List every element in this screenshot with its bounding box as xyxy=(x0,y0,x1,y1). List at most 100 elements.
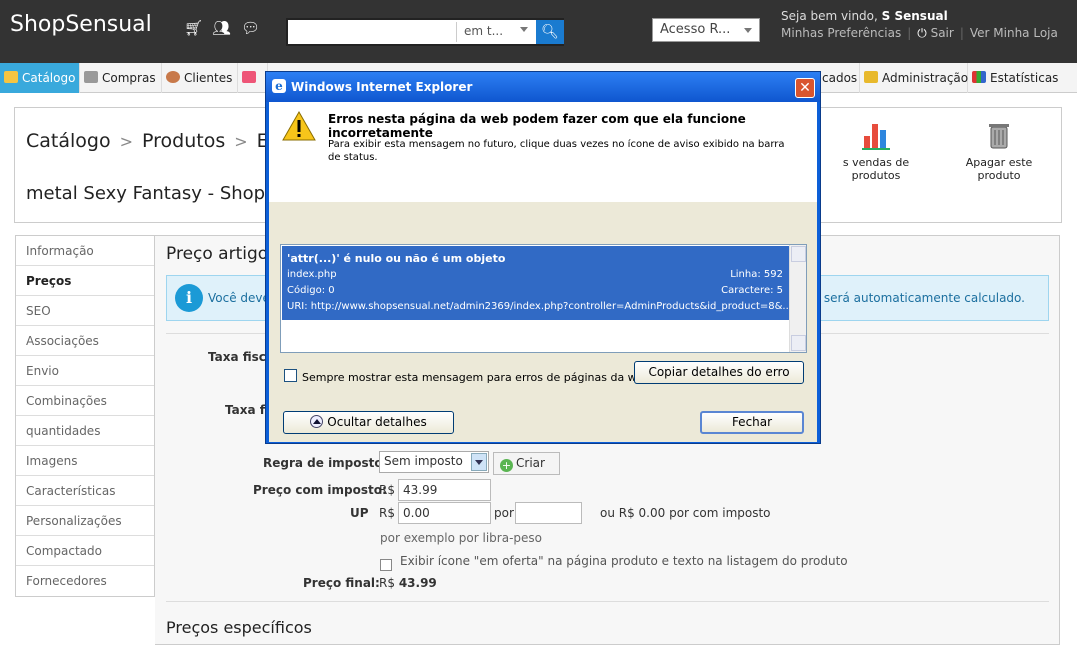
price-with-tax-label: Preço com imposto: xyxy=(253,483,387,497)
info-text-right: ada será automaticamente calculado. xyxy=(797,291,1025,305)
hide-details-label: Ocultar detalhes xyxy=(327,415,427,429)
tax-rule-select[interactable]: Sem imposto xyxy=(379,451,489,473)
currency-symbol: R$ xyxy=(379,483,395,497)
folder-icon xyxy=(4,71,18,83)
menu-item-catalogo[interactable]: Catálogo xyxy=(0,63,80,93)
sales-toolbar-label: s vendas de produtos xyxy=(842,156,910,182)
menu-item-avancados[interactable]: cados xyxy=(818,63,860,93)
tax-rule-label: Regra de imposto: xyxy=(263,456,388,470)
close-button[interactable]: Fechar xyxy=(700,411,804,434)
quick-access-select[interactable]: Acesso R... xyxy=(652,18,760,42)
breadcrumb-catalogo[interactable]: Catálogo xyxy=(26,130,111,152)
menu-item-administracao[interactable]: Administração xyxy=(860,63,968,93)
close-icon[interactable]: ✕ xyxy=(795,78,815,98)
search-scope-select[interactable]: em t... xyxy=(464,24,503,38)
dialog-message-area: Erros nesta página da web podem fazer co… xyxy=(269,102,817,202)
dialog-message-sub: Para exibir esta mensagem no futuro, cli… xyxy=(328,139,785,163)
on-sale-checkbox[interactable] xyxy=(380,559,392,571)
cart-icon xyxy=(84,71,98,83)
menu-item-estatisticas[interactable]: Estatísticas xyxy=(968,63,1077,93)
price-with-tax-input[interactable]: 43.99 xyxy=(398,479,491,501)
dialog-body: Erros nesta página da web podem fazer co… xyxy=(269,102,817,442)
dialog-titlebar[interactable]: e Windows Internet Explorer ✕ xyxy=(266,72,820,102)
specific-prices-title: Preços específicos xyxy=(166,618,312,637)
divider xyxy=(166,601,1049,602)
always-show-label[interactable]: Sempre mostrar esta mensagem para erros … xyxy=(302,371,650,384)
chevron-down-icon[interactable] xyxy=(471,453,487,471)
menu-item-label: Clientes xyxy=(184,71,233,85)
error-line: Linha: 592 xyxy=(730,269,783,280)
chevron-up-icon xyxy=(310,415,324,428)
sidebar-item-compactado[interactable]: Compactado xyxy=(16,536,154,566)
logout-link[interactable]: Sair xyxy=(931,26,954,40)
search-separator xyxy=(456,22,457,42)
dialog-message-title: Erros nesta página da web podem fazer co… xyxy=(328,112,746,140)
preferences-link[interactable]: Minhas Preferências xyxy=(781,26,901,40)
sidebar-item-associacoes[interactable]: Associações xyxy=(16,326,154,356)
copy-details-button[interactable]: Copiar detalhes do erro xyxy=(634,361,804,384)
delete-product-label: Apagar este produto xyxy=(965,156,1033,182)
info-icon: i xyxy=(175,284,203,312)
error-code: Código: 0 xyxy=(287,285,335,296)
chevron-down-icon[interactable] xyxy=(520,27,528,32)
chevron-down-icon xyxy=(744,28,752,33)
sidebar-item-imagens[interactable]: Imagens xyxy=(16,446,154,476)
sidebar-item-precos[interactable]: Preços xyxy=(16,266,154,296)
sidebar-item-quantidades[interactable]: quantidades xyxy=(16,416,154,446)
info-text-left: Você deve xyxy=(208,291,270,305)
error-details-selected[interactable]: 'attr(...)' é nulo ou não é um objeto in… xyxy=(282,246,792,320)
sidebar-item-combinacoes[interactable]: Combinações xyxy=(16,386,154,416)
shop-name[interactable]: ShopSensual xyxy=(10,12,152,37)
user-icon xyxy=(166,71,180,83)
final-price-label: Preço final: xyxy=(303,576,380,590)
menu-item-compras[interactable]: Compras xyxy=(80,63,162,93)
sidebar-item-personalizacoes[interactable]: Personalizações xyxy=(16,506,154,536)
scroll-down-button[interactable] xyxy=(791,335,806,351)
delete-product-button[interactable]: Apagar este produto xyxy=(947,120,1051,182)
cart-icon[interactable]: 🛒︎ xyxy=(184,20,203,36)
unit-input[interactable] xyxy=(515,502,582,524)
menu-item-label: Administração xyxy=(882,71,969,85)
create-label: Criar xyxy=(516,456,545,470)
product-tabs-sidebar: Informação Preços SEO Associações Envio … xyxy=(15,235,155,597)
menu-item-label: Catálogo xyxy=(22,71,76,85)
users-icon[interactable]: 👥︎ xyxy=(212,20,231,36)
error-char: Caractere: 5 xyxy=(721,285,783,296)
error-file: index.php xyxy=(287,269,337,280)
product-title: metal Sexy Fantasy - ShopS xyxy=(26,183,277,204)
key-icon xyxy=(864,71,878,83)
breadcrumb-produtos[interactable]: Produtos xyxy=(142,130,225,152)
menu-item-hidden[interactable] xyxy=(238,63,268,93)
ie-error-dialog: e Windows Internet Explorer ✕ Erros nest… xyxy=(265,71,821,444)
create-tax-rule-button[interactable]: + Criar xyxy=(493,452,560,475)
sidebar-item-informacao[interactable]: Informação xyxy=(16,236,154,266)
scroll-up-button[interactable] xyxy=(791,246,806,262)
hide-details-button[interactable]: Ocultar detalhes xyxy=(283,411,454,434)
error-details-list[interactable]: 'attr(...)' é nulo ou não é um objeto in… xyxy=(280,244,807,353)
sidebar-item-envio[interactable]: Envio xyxy=(16,356,154,386)
tax-rule-value: Sem imposto xyxy=(384,454,463,468)
sidebar-item-caracteristicas[interactable]: Características xyxy=(16,476,154,506)
search-input[interactable] xyxy=(290,22,456,42)
sidebar-item-seo[interactable]: SEO xyxy=(16,296,154,326)
dialog-title: Windows Internet Explorer xyxy=(291,80,473,94)
menu-item-label: cados xyxy=(822,71,858,85)
bar-chart-icon xyxy=(972,71,986,83)
menu-icon xyxy=(242,71,256,83)
error-scrollbar[interactable] xyxy=(789,245,806,352)
bar-chart-icon xyxy=(862,124,890,150)
error-message: 'attr(...)' é nulo ou não é um objeto xyxy=(287,252,506,265)
sidebar-item-fornecedores[interactable]: Fornecedores xyxy=(16,566,154,596)
unit-price-input[interactable]: 0.00 xyxy=(398,502,491,524)
search-icon: 🔍︎ xyxy=(541,24,559,40)
always-show-checkbox[interactable] xyxy=(284,369,297,382)
quick-access-label: Acesso R... xyxy=(660,22,731,37)
power-icon[interactable]: ⏻ xyxy=(917,26,927,40)
per-label: por xyxy=(494,506,514,520)
warning-icon xyxy=(282,111,316,141)
menu-item-clientes[interactable]: Clientes xyxy=(162,63,238,93)
messages-icon[interactable]: 💬︎ xyxy=(241,20,260,36)
view-store-link[interactable]: Ver Minha Loja xyxy=(970,26,1058,40)
sales-toolbar-button[interactable]: s vendas de produtos xyxy=(817,120,935,182)
search-button[interactable]: 🔍︎ xyxy=(536,20,564,44)
